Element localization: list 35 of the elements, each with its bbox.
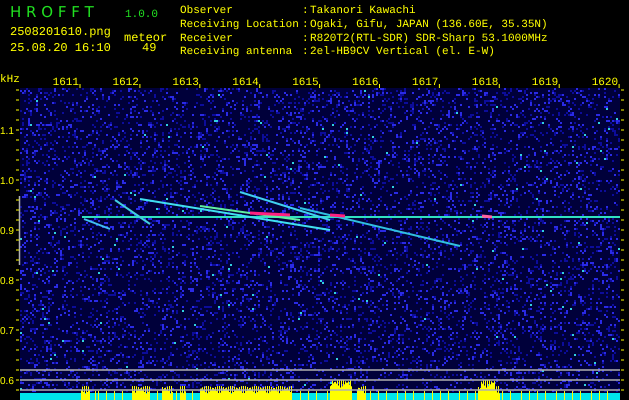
frequency-label: 1615 bbox=[292, 77, 319, 89]
info-separator: : bbox=[302, 32, 310, 46]
info-value: Ogaki, Gifu, JAPAN (136.60E, 35.35N) bbox=[310, 18, 548, 32]
axis-unit: kHz bbox=[0, 74, 20, 86]
info-separator: : bbox=[302, 46, 310, 60]
frequency-label: 1613 bbox=[172, 77, 199, 89]
frequency-label: 1612 bbox=[112, 77, 139, 89]
level-label: 1.1 bbox=[0, 126, 14, 137]
signal-range-marker bbox=[18, 196, 20, 265]
info-value: Takanori Kawachi bbox=[310, 5, 417, 19]
info-label: Receiving antenna bbox=[180, 46, 294, 60]
level-label: 0.9 bbox=[0, 226, 14, 237]
info-label: Observer bbox=[180, 5, 234, 19]
frequency-label: 1616 bbox=[352, 77, 378, 89]
frequency-label: 1617 bbox=[412, 77, 438, 89]
level-label: 1.0 bbox=[0, 176, 14, 187]
frequency-label: 1618 bbox=[472, 77, 498, 89]
info-label: Receiver bbox=[180, 32, 234, 46]
file-name: 2508201610.png bbox=[10, 25, 112, 39]
info-separator: : bbox=[302, 18, 310, 32]
timestamp: 25.08.20 16:10 bbox=[10, 41, 112, 55]
frequency-label: 1620 bbox=[592, 77, 618, 89]
info-value: R820T2(RTL-SDR) SDR-Sharp 53.1000MHz bbox=[310, 32, 548, 46]
frequency-label: 1611 bbox=[52, 77, 79, 89]
info-value: 2el-HB9CV Vertical (el. E-W) bbox=[310, 46, 496, 60]
app-title: H R O F F T bbox=[10, 3, 95, 21]
frequency-label: 1614 bbox=[232, 77, 259, 89]
level-label: 0.7 bbox=[0, 326, 14, 337]
level-label: 0.8 bbox=[0, 276, 14, 287]
level-label: 0.6 bbox=[0, 376, 14, 387]
info-label: Receiving Location bbox=[180, 18, 300, 32]
meteor-count: 49 bbox=[142, 41, 156, 55]
frequency-label: 1619 bbox=[532, 77, 558, 89]
info-separator: : bbox=[302, 5, 310, 19]
version-number: 1.0.0 bbox=[125, 9, 158, 21]
